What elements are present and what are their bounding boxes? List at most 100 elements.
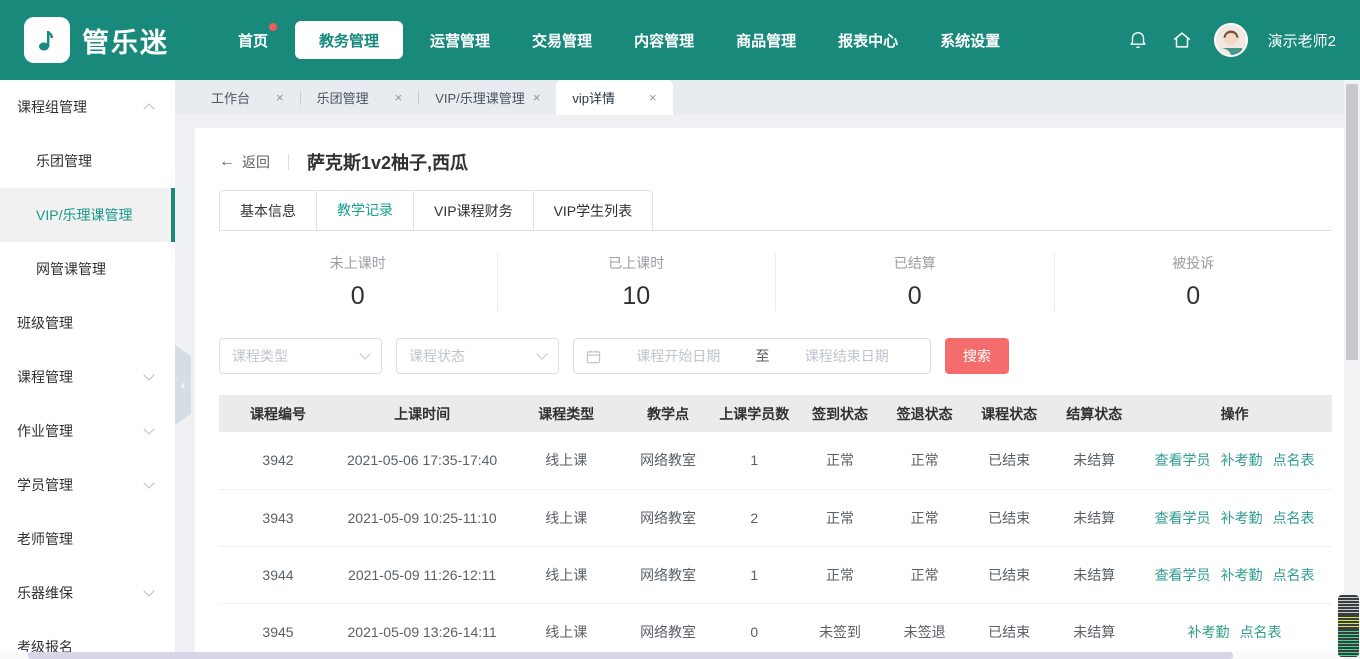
bell-icon[interactable]	[1126, 28, 1150, 52]
close-icon[interactable]: ×	[649, 90, 657, 105]
date-end-placeholder: 课程结束日期	[776, 346, 919, 366]
sidebar-item-students[interactable]: 学员管理	[0, 458, 175, 512]
workspace-tab-vip-theory[interactable]: VIP/乐理课管理 ×	[419, 80, 556, 115]
stat-complaints: 被投诉 0	[1054, 253, 1333, 311]
nav-item-products[interactable]: 商品管理	[715, 21, 817, 59]
user-name[interactable]: 演示老师2	[1268, 30, 1336, 51]
sidebar-item-homework[interactable]: 作业管理	[0, 404, 175, 458]
sidebar-item-orchestra[interactable]: 乐团管理	[0, 134, 175, 188]
nav-item-operations[interactable]: 运营管理	[409, 21, 511, 59]
sidebar-item-course-groups[interactable]: 课程组管理	[0, 80, 175, 134]
nav-item-reports[interactable]: 报表中心	[817, 21, 919, 59]
roll-call-link[interactable]: 点名表	[1240, 624, 1282, 640]
app-root: 管乐迷 首页 教务管理 运营管理 交易管理 内容管理 商品管理 报表中心 系统设…	[0, 0, 1360, 659]
close-icon[interactable]: ×	[395, 90, 403, 105]
cell-lesson-id: 3945	[219, 603, 337, 659]
tab-vip-course-finance[interactable]: VIP课程财务	[414, 190, 534, 230]
cell-course-type: 线上课	[507, 546, 625, 603]
floating-widget[interactable]	[1338, 595, 1359, 657]
view-students-link[interactable]: 查看学员	[1155, 452, 1211, 468]
user-avatar[interactable]	[1214, 23, 1248, 57]
roll-call-link[interactable]: 点名表	[1273, 452, 1315, 468]
sidebar-item-label: 课程管理	[17, 367, 73, 387]
view-students-link[interactable]: 查看学员	[1155, 510, 1211, 526]
course-status-select[interactable]: 课程状态	[396, 338, 559, 374]
vertical-scrollbar-thumb[interactable]	[1346, 84, 1358, 360]
back-label: 返回	[242, 152, 270, 172]
chevron-down-icon	[143, 369, 154, 380]
sidebar-item-courses[interactable]: 课程管理	[0, 350, 175, 404]
cell-time: 2021-05-09 13:26-14:11	[337, 603, 507, 659]
workspace-tab-label: 乐团管理	[317, 88, 369, 107]
back-button[interactable]: ← 返回	[219, 152, 270, 172]
home-icon[interactable]	[1170, 28, 1194, 52]
sidebar-item-instrument-maintenance[interactable]: 乐器维保	[0, 566, 175, 620]
cell-location: 网络教室	[625, 489, 711, 546]
nav-item-label: 内容管理	[634, 30, 694, 51]
cell-checkout: 正常	[882, 489, 967, 546]
tab-basic-info[interactable]: 基本信息	[219, 190, 317, 230]
cell-checkin: 正常	[798, 432, 883, 489]
cell-checkin: 正常	[798, 489, 883, 546]
tab-vip-student-list[interactable]: VIP学生列表	[534, 190, 654, 230]
chevron-down-icon	[536, 348, 547, 359]
nav-item-academic[interactable]: 教务管理	[295, 21, 403, 59]
tab-label: VIP课程财务	[434, 201, 513, 221]
sidebar-item-label: 作业管理	[17, 421, 73, 441]
nav-item-label: 系统设置	[940, 30, 1000, 51]
stat-unattended-hours: 未上课时 0	[219, 253, 497, 311]
nav-item-settings[interactable]: 系统设置	[919, 21, 1021, 59]
sidebar-item-label: 乐器维保	[17, 583, 73, 603]
vertical-scrollbar[interactable]	[1344, 80, 1360, 659]
stat-label: 已上课时	[608, 253, 664, 273]
view-students-link[interactable]: 查看学员	[1155, 567, 1211, 583]
workspace-tab-vip-detail[interactable]: vip详情 ×	[556, 80, 672, 115]
col-settlement: 结算状态	[1051, 395, 1137, 432]
nav-item-label: 首页	[238, 30, 268, 51]
roll-call-link[interactable]: 点名表	[1273, 567, 1315, 583]
lessons-table: 课程编号 上课时间 课程类型 教学点 上课学员数 签到状态 签退状态 课程状态 …	[219, 395, 1332, 659]
sidebar-item-label: 网管课管理	[36, 259, 106, 279]
workspace-tab-orchestra[interactable]: 乐团管理 ×	[301, 80, 419, 115]
sidebar-item-vip-theory[interactable]: VIP/乐理课管理	[0, 188, 175, 242]
nav-item-transactions[interactable]: 交易管理	[511, 21, 613, 59]
navbar-right: 演示老师2	[1126, 23, 1336, 57]
makeup-attendance-link[interactable]: 补考勤	[1221, 510, 1263, 526]
nav-item-content[interactable]: 内容管理	[613, 21, 715, 59]
table-row: 3942 2021-05-06 17:35-17:40 线上课 网络教室 1 正…	[219, 432, 1332, 489]
sidebar-collapse-handle[interactable]: ‹	[175, 345, 191, 425]
nav-item-label: 教务管理	[319, 30, 379, 51]
cell-time: 2021-05-09 11:26-12:11	[337, 546, 507, 603]
nav-item-label: 运营管理	[430, 30, 490, 51]
cell-lesson-id: 3944	[219, 546, 337, 603]
cell-lesson-id: 3942	[219, 432, 337, 489]
sidebar-item-teachers[interactable]: 老师管理	[0, 512, 175, 566]
sidebar-item-classes[interactable]: 班级管理	[0, 296, 175, 350]
tab-label: 教学记录	[337, 200, 393, 220]
makeup-attendance-link[interactable]: 补考勤	[1221, 452, 1263, 468]
chevron-down-icon	[359, 348, 370, 359]
horizontal-scrollbar-thumb[interactable]	[28, 652, 1233, 659]
brand-name: 管乐迷	[82, 21, 169, 60]
close-icon[interactable]: ×	[276, 90, 284, 105]
workspace-tab-dashboard[interactable]: 工作台 ×	[195, 80, 300, 115]
sidebar-item-online-admin[interactable]: 网管课管理	[0, 242, 175, 296]
content-area: ← 返回 萨克斯1v2柚子,西瓜 基本信息 教学记录 VIP课程财务 VIP学生…	[175, 115, 1360, 659]
cell-time: 2021-05-09 10:25-11:10	[337, 489, 507, 546]
nav-item-home[interactable]: 首页	[217, 21, 289, 59]
brand-logo-icon	[24, 17, 70, 63]
roll-call-link[interactable]: 点名表	[1273, 510, 1315, 526]
detail-tabs: 基本信息 教学记录 VIP课程财务 VIP学生列表	[219, 190, 1332, 231]
search-button[interactable]: 搜索	[945, 338, 1009, 374]
date-separator: 至	[756, 346, 770, 366]
col-time: 上课时间	[337, 395, 507, 432]
horizontal-scrollbar[interactable]	[0, 652, 1344, 659]
cell-location: 网络教室	[625, 546, 711, 603]
makeup-attendance-link[interactable]: 补考勤	[1221, 567, 1263, 583]
makeup-attendance-link[interactable]: 补考勤	[1188, 624, 1230, 640]
close-icon[interactable]: ×	[533, 90, 541, 105]
date-range-picker[interactable]: 课程开始日期 至 课程结束日期	[573, 338, 931, 374]
workspace-tabbar: 工作台 × 乐团管理 × VIP/乐理课管理 × vip详情	[175, 80, 1360, 115]
course-type-select[interactable]: 课程类型	[219, 338, 382, 374]
tab-teaching-records[interactable]: 教学记录	[317, 190, 414, 230]
